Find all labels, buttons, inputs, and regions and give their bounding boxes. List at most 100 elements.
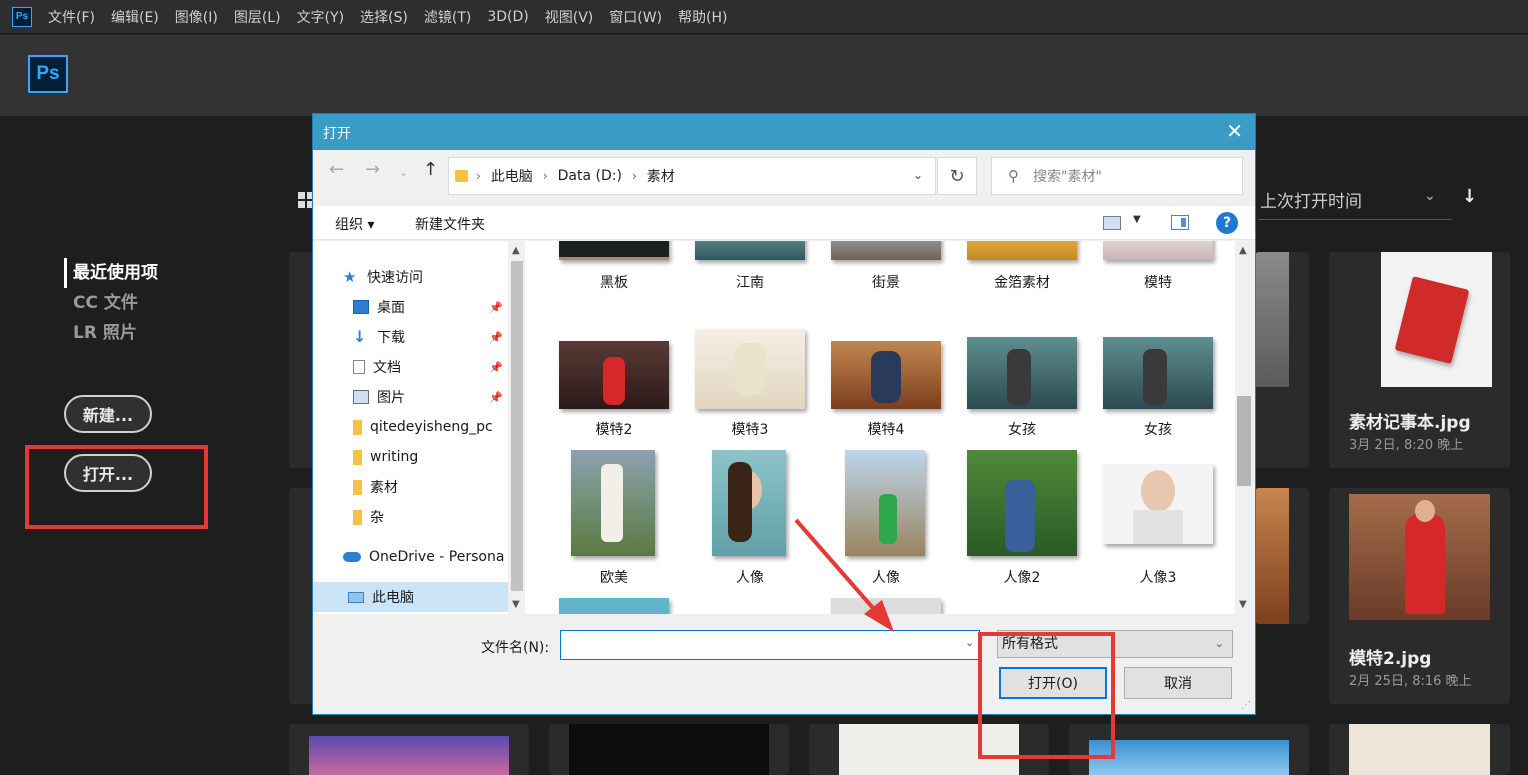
chevron-right-icon[interactable]: › (476, 169, 481, 183)
nav-folder[interactable]: 杂 (353, 502, 508, 532)
breadcrumb-folder[interactable]: 素材 (647, 166, 675, 186)
highlight-box-open (25, 445, 208, 529)
recent-card[interactable] (1255, 252, 1309, 468)
menu-type[interactable]: 文字(Y) (297, 7, 344, 27)
dialog-title: 打开 (323, 126, 351, 142)
nav-documents[interactable]: 文档 📌 (353, 352, 508, 382)
nav-label: 素材 (370, 480, 398, 496)
file-name: 模特4 (867, 422, 905, 438)
nav-label: 图片 (377, 390, 405, 406)
file-name: 模特 (1144, 275, 1172, 291)
new-button[interactable]: 新建... (64, 395, 152, 433)
nav-label: 快速访问 (367, 270, 423, 286)
scroll-down-icon[interactable]: ▼ (512, 599, 520, 610)
breadcrumb-this-pc[interactable]: 此电脑 (491, 166, 533, 186)
menu-layer[interactable]: 图层(L) (234, 7, 281, 27)
menu-3d[interactable]: 3D(D) (487, 9, 528, 25)
menu-file[interactable]: 文件(F) (48, 7, 95, 27)
file-pane: 黑板 江南 街景 金箔素材 模特 模特2 模特3 模特4 女孩 女孩 欧美 人像… (525, 241, 1235, 614)
recent-card[interactable]: 素材记事本.jpg 3月 2日, 8:20 晚上 (1329, 252, 1510, 468)
file-thumbnail (1103, 464, 1213, 544)
recent-card[interactable] (549, 724, 789, 775)
menu-bar: Ps 文件(F) 编辑(E) 图像(I) 图层(L) 文字(Y) 选择(S) 滤… (0, 0, 1528, 34)
menu-select[interactable]: 选择(S) (360, 7, 408, 27)
card-thumbnail (1255, 488, 1289, 624)
view-dropdown-icon[interactable]: ▼ (1133, 214, 1141, 225)
nav-label: OneDrive - Persona (369, 549, 505, 565)
refresh-icon[interactable]: ↻ (937, 157, 977, 195)
change-view-icon[interactable] (1103, 216, 1121, 230)
help-icon[interactable]: ? (1216, 212, 1238, 234)
scroll-up-icon[interactable]: ▲ (512, 245, 520, 256)
menu-filter[interactable]: 滤镜(T) (424, 7, 471, 27)
up-arrow-icon[interactable]: ↑ (423, 159, 438, 180)
nav-folder[interactable]: 素材 (353, 472, 508, 502)
new-folder-button[interactable]: 新建文件夹 (415, 214, 485, 234)
nav-lr-photos[interactable]: LR 照片 (64, 318, 158, 348)
pin-icon[interactable]: 📌 (489, 361, 503, 374)
chevron-down-icon[interactable]: ⌄ (965, 636, 974, 649)
chevron-right-icon[interactable]: › (543, 169, 548, 183)
file-name: 江南 (736, 275, 764, 291)
file-scroll-thumb[interactable] (1237, 396, 1251, 486)
nav-cc-files[interactable]: CC 文件 (64, 288, 158, 318)
folder-icon (455, 170, 468, 182)
nav-pictures[interactable]: 图片 📌 (353, 382, 508, 412)
nav-scroll-thumb[interactable] (511, 261, 523, 591)
card-thumbnail (309, 736, 509, 775)
scroll-down-icon[interactable]: ▼ (1239, 599, 1247, 610)
nav-downloads[interactable]: ↓ 下载 📌 (353, 322, 508, 352)
file-name: 女孩 (1008, 422, 1036, 438)
dialog-cancel-button[interactable]: 取消 (1124, 667, 1232, 699)
sort-direction-icon[interactable]: ↓ (1462, 186, 1477, 207)
resize-grip-icon[interactable]: ⋰ (1241, 700, 1251, 711)
back-arrow-icon[interactable]: ← (329, 159, 344, 180)
recent-locations-chevron-icon[interactable]: ⌄ (399, 166, 408, 179)
highlight-box-dialog-open (978, 632, 1115, 759)
pin-icon[interactable]: 📌 (489, 391, 503, 404)
breadcrumb-drive[interactable]: Data (D:) (558, 168, 622, 184)
file-name: 人像2 (1003, 570, 1041, 586)
recent-card[interactable] (1255, 488, 1309, 624)
nav-folder[interactable]: writing (353, 442, 508, 472)
forward-arrow-icon[interactable]: → (365, 159, 380, 180)
nav-this-pc[interactable]: 此电脑 (313, 582, 508, 612)
menu-edit[interactable]: 编辑(E) (111, 7, 159, 27)
menu-help[interactable]: 帮助(H) (678, 7, 727, 27)
file-thumbnail (831, 341, 941, 409)
recent-card[interactable]: 模特2.jpg 2月 25日, 8:16 晚上 (1329, 488, 1510, 704)
computer-icon (348, 591, 364, 603)
recent-card[interactable] (289, 724, 529, 775)
folder-icon (353, 479, 362, 495)
nav-scrollbar[interactable]: ▲ ▼ (509, 241, 525, 614)
preview-pane-icon[interactable] (1171, 215, 1189, 230)
menu-window[interactable]: 窗口(W) (609, 7, 662, 27)
file-scrollbar[interactable]: ▲ ▼ (1235, 241, 1253, 614)
nav-folder[interactable]: qitedeyisheng_pc (353, 412, 508, 442)
scroll-up-icon[interactable]: ▲ (1239, 245, 1247, 256)
filename-input[interactable] (560, 630, 980, 660)
nav-label: 文档 (373, 360, 401, 376)
chevron-down-icon[interactable]: ⌄ (913, 168, 923, 182)
chevron-down-icon: ⌄ (1214, 637, 1224, 650)
pin-icon[interactable]: 📌 (489, 301, 503, 314)
close-icon[interactable]: ✕ (1226, 120, 1243, 142)
nav-desktop[interactable]: 桌面 📌 (353, 292, 508, 322)
navigation-pane: ★ 快速访问 桌面 📌 ↓ 下载 📌 文档 📌 图片 📌 qitedeyishe… (313, 241, 508, 614)
menu-image[interactable]: 图像(I) (175, 7, 218, 27)
menu-view[interactable]: 视图(V) (545, 7, 594, 27)
photoshop-home-logo-icon[interactable]: Ps (28, 55, 68, 93)
chevron-down-icon[interactable]: ⌄ (1424, 188, 1436, 204)
recent-card[interactable] (1329, 724, 1510, 775)
pin-icon[interactable]: 📌 (489, 331, 503, 344)
nav-recent[interactable]: 最近使用项 (64, 258, 158, 288)
search-input[interactable]: ⚲ 搜索"素材" (991, 157, 1243, 195)
nav-quick-access[interactable]: ★ 快速访问 (343, 262, 508, 292)
file-thumbnail (1103, 241, 1213, 260)
address-bar[interactable]: › 此电脑 › Data (D:) › 素材 ⌄ (448, 157, 936, 195)
nav-onedrive[interactable]: OneDrive - Persona (343, 542, 508, 572)
organize-menu[interactable]: 组织 ▾ (335, 214, 374, 234)
chevron-right-icon[interactable]: › (632, 169, 637, 183)
sort-label[interactable]: 上次打开时间 (1260, 187, 1362, 212)
card-thumbnail (569, 724, 769, 775)
